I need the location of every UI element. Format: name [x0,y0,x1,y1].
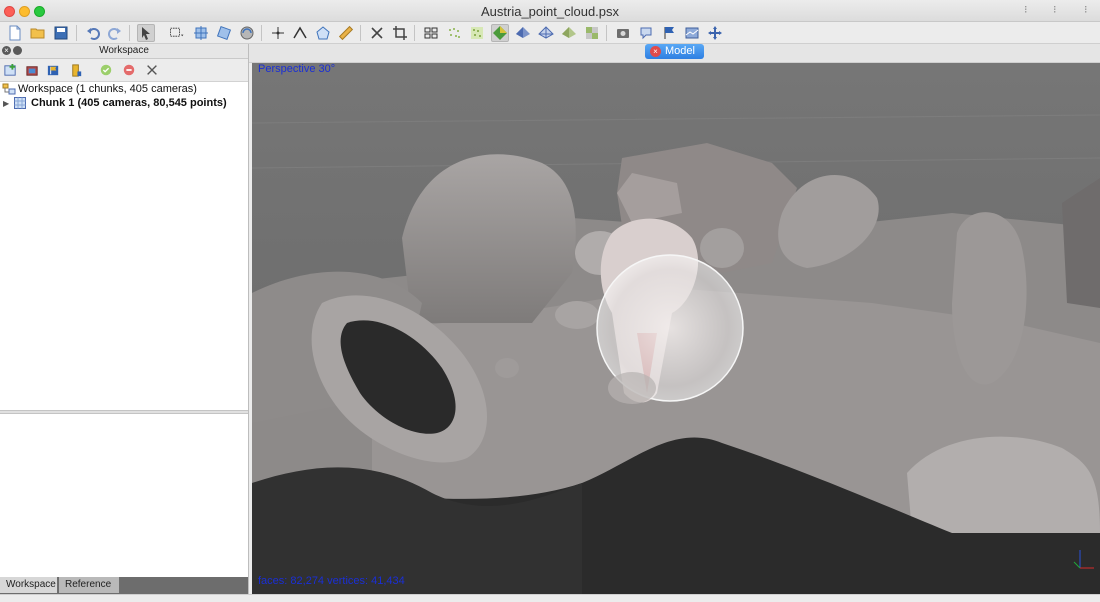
scene-render [252,63,1100,594]
show-cameras-icon[interactable] [422,24,440,42]
close-tab-icon[interactable]: × [650,46,661,57]
dem-icon[interactable] [683,24,701,42]
status-bar [0,594,1100,602]
redo-icon[interactable] [106,24,124,42]
move-icon[interactable] [706,24,724,42]
tab-workspace[interactable]: Workspace [0,577,58,593]
resize-handle-icon: ⁝ [1053,4,1057,16]
draw-polyline-icon[interactable] [291,24,309,42]
panel-tabs: Workspace Reference [0,577,248,594]
workspace-panel: × Workspace Workspace (1 chunks, 405 cam… [0,44,249,594]
new-file-icon[interactable] [6,24,24,42]
model-textured-icon[interactable] [560,24,578,42]
resize-handle-icon: ⁝ [1024,4,1028,16]
chunk-label: Chunk 1 (405 cameras, 80,545 points) [31,97,227,109]
add-chunk-icon[interactable] [2,62,18,78]
tab-reference[interactable]: Reference [59,577,120,593]
undo-icon[interactable] [84,24,102,42]
model-stats: faces: 82,274 vertices: 41,434 [258,575,405,587]
enable-icon[interactable] [98,62,114,78]
model-solid-icon[interactable] [491,24,509,42]
model-tab-label: Model [665,45,695,57]
panel-toolbar [0,59,248,82]
chunk-icon [14,97,26,109]
add-scalebar-icon[interactable] [68,62,84,78]
panel-title: Workspace [99,45,149,56]
navigation-icon[interactable] [137,24,155,42]
camera-icon[interactable] [614,24,632,42]
disable-icon[interactable] [121,62,137,78]
model-wireframe-icon[interactable] [537,24,555,42]
model-shaded-icon[interactable] [514,24,532,42]
save-icon[interactable] [52,24,70,42]
rotate-object-icon[interactable] [238,24,256,42]
delete-selection-icon[interactable] [368,24,386,42]
workspace-root-icon [2,83,16,95]
workspace-root-label: Workspace (1 chunks, 405 cameras) [18,83,197,95]
tiled-model-icon[interactable] [583,24,601,42]
tree-root[interactable]: Workspace (1 chunks, 405 cameras) [2,82,197,96]
remove-item-icon[interactable] [144,62,160,78]
crop-selection-icon[interactable] [391,24,409,42]
open-folder-icon[interactable] [29,24,47,42]
add-photos-icon[interactable] [24,62,40,78]
workspace-tree: Workspace (1 chunks, 405 cameras) ▶ Chun… [0,82,248,410]
main-toolbar [0,22,1100,44]
view-mode-label: Perspective 30° [258,63,336,75]
model-viewport[interactable]: Perspective 30° faces: 82,274 vertices: … [252,63,1100,594]
shapes-icon[interactable] [637,24,655,42]
resize-handle-icon: ⁝ [1084,4,1088,16]
markers-icon[interactable] [660,24,678,42]
tab-model[interactable]: × Model [645,44,704,59]
ruler-point-icon[interactable] [269,24,287,42]
dense-cloud-icon[interactable] [468,24,486,42]
title-bar: Austria_point_cloud.psx ⁝ ⁝ ⁝ [0,0,1100,22]
resize-region-icon[interactable] [192,24,210,42]
ruler-icon[interactable] [337,24,355,42]
properties-area [0,414,248,576]
tree-item-chunk[interactable]: ▶ Chunk 1 (405 cameras, 80,545 points) [0,96,227,110]
point-cloud-icon[interactable] [445,24,463,42]
model-tab-bar: × Model [249,44,1100,63]
window-title: Austria_point_cloud.psx [480,4,620,19]
expand-arrow-icon[interactable]: ▶ [3,99,11,108]
rotate-region-icon[interactable] [215,24,233,42]
rectangle-selection-icon[interactable] [166,24,188,42]
add-markers-icon[interactable] [45,62,61,78]
draw-polygon-icon[interactable] [314,24,332,42]
panel-header: × Workspace [0,44,248,59]
